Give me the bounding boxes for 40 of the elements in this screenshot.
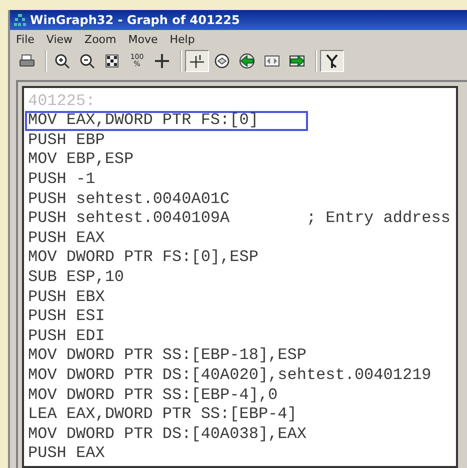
zoom-in-icon	[54, 53, 70, 69]
menu-item[interactable]: View	[46, 32, 73, 46]
zoom-out-icon	[79, 53, 95, 69]
code-line: MOV DWORD PTR SS:[EBP-18],ESP	[28, 348, 306, 364]
code-comment: ; Entry address	[306, 211, 450, 227]
branch-icon	[324, 53, 340, 69]
code-line: MOV EAX,DWORD PTR FS:[0]	[28, 113, 260, 129]
menu-item[interactable]: Zoom	[84, 32, 116, 46]
arrow-right-icon	[289, 53, 305, 69]
menu-item[interactable]: File	[16, 32, 34, 46]
code-line: PUSH ESI	[28, 309, 106, 325]
graph-icon	[14, 14, 26, 26]
code-line: MOV EBP,ESP	[28, 152, 135, 168]
toolbar-button[interactable]	[185, 50, 209, 72]
menu-item[interactable]: Help	[170, 32, 195, 46]
arrows-icon	[264, 53, 280, 69]
crosshair-icon	[189, 53, 205, 69]
code-line: LEA EAX,DWORD PTR SS:[EBP-4]	[28, 407, 298, 423]
code-line: PUSH EDI	[28, 328, 106, 344]
code-line: PUSH EBP	[28, 132, 106, 148]
code-line: MOV DWORD PTR FS:[0],ESP	[28, 250, 260, 266]
code-line: SUB ESP,10	[28, 270, 126, 286]
code-line: MOV DWORD PTR DS:[40A020],sehtest.00401219	[28, 368, 432, 384]
code-line: PUSH EAX	[28, 230, 106, 246]
code-line: PUSH -1	[28, 172, 96, 188]
code-line: PUSH EAX	[28, 446, 106, 462]
menu-item[interactable]: Move	[128, 32, 158, 46]
fit-icon	[104, 53, 120, 69]
code-line: PUSH EBX	[28, 290, 106, 306]
code-line: MOV DWORD PTR SS:[EBP-4],0	[28, 388, 279, 404]
code-line: MOV DWORD PTR DS:[40A038],EAX	[28, 426, 306, 442]
node-label: 401225:	[28, 92, 96, 112]
code-line: PUSH sehtest.0040A01C	[28, 192, 231, 208]
arrow-left-icon	[239, 53, 255, 69]
code-line: PUSH sehtest.0040109A	[28, 211, 231, 227]
crosshair-icon	[154, 53, 170, 69]
circle-icon	[214, 53, 230, 69]
window-title: WinGraph32 - Graph of 401225	[30, 13, 240, 27]
printer-icon	[19, 53, 35, 69]
toolbar-button[interactable]	[320, 50, 344, 72]
